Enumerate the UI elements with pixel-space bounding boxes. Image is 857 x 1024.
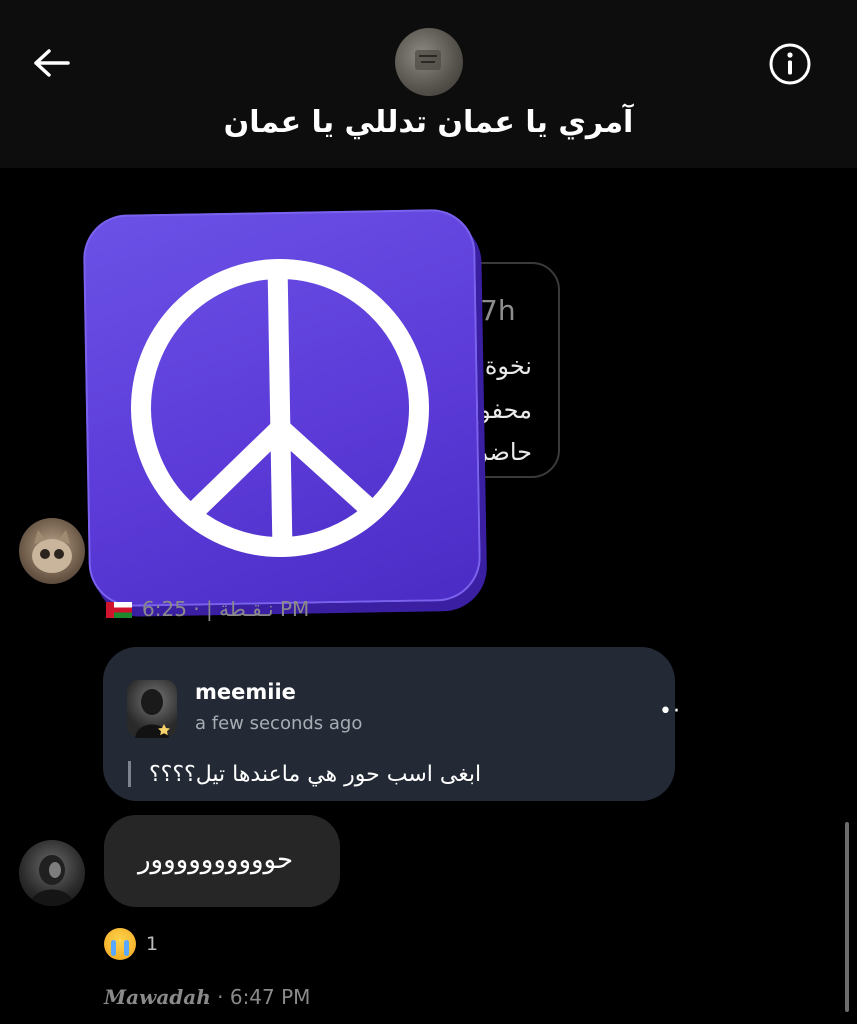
quote-bar (128, 761, 131, 787)
message-text: حوووووووووور (138, 845, 294, 875)
peace-sticker[interactable] (82, 208, 482, 608)
chat-title: آمري يا عمان تدللي يا عمان (223, 105, 634, 140)
message-meta: Mawadah · 6:47 PM (104, 985, 310, 1009)
info-icon (768, 42, 812, 90)
arrow-left-icon (31, 48, 71, 82)
sender-signature: Mawadah (104, 985, 211, 1009)
quoted-time: a few seconds ago (195, 713, 363, 734)
message-meta: نـقـطة | · 6:25 PM (106, 597, 309, 621)
reaction-pill[interactable]: 1 (104, 927, 158, 961)
shared-post-line: حاضر (476, 438, 532, 466)
shared-post-time: 7h (480, 294, 516, 327)
reply-message-bubble[interactable]: meemiie a few seconds ago •· ابغى اسب حو… (103, 647, 680, 801)
reaction-count: 1 (146, 933, 159, 955)
chat-header: آمري يا عمان تدللي يا عمان (0, 0, 857, 168)
flag-icon (106, 602, 132, 618)
sender-avatar[interactable] (19, 518, 85, 584)
shared-post-line: محفو (479, 396, 532, 424)
quoted-username[interactable]: meemiie (195, 680, 296, 704)
scrollbar[interactable] (845, 822, 849, 1012)
quoted-text: ابغى اسب حور هي ماعندها تيل؟؟؟؟ (149, 762, 482, 787)
back-button[interactable] (28, 42, 74, 88)
crying-emoji-icon (104, 928, 136, 960)
message-time: · 6:47 PM (217, 985, 311, 1009)
quoted-user-avatar (127, 680, 177, 738)
shared-post-line: نخوة (484, 352, 532, 380)
group-avatar[interactable] (395, 28, 463, 96)
more-dots-icon[interactable]: •· (659, 699, 681, 724)
info-button[interactable] (766, 42, 814, 90)
sender-signature: نـقـطة | (206, 597, 274, 621)
sender-avatar[interactable] (19, 840, 85, 906)
message-bubble[interactable]: حوووووووووور (104, 815, 340, 907)
